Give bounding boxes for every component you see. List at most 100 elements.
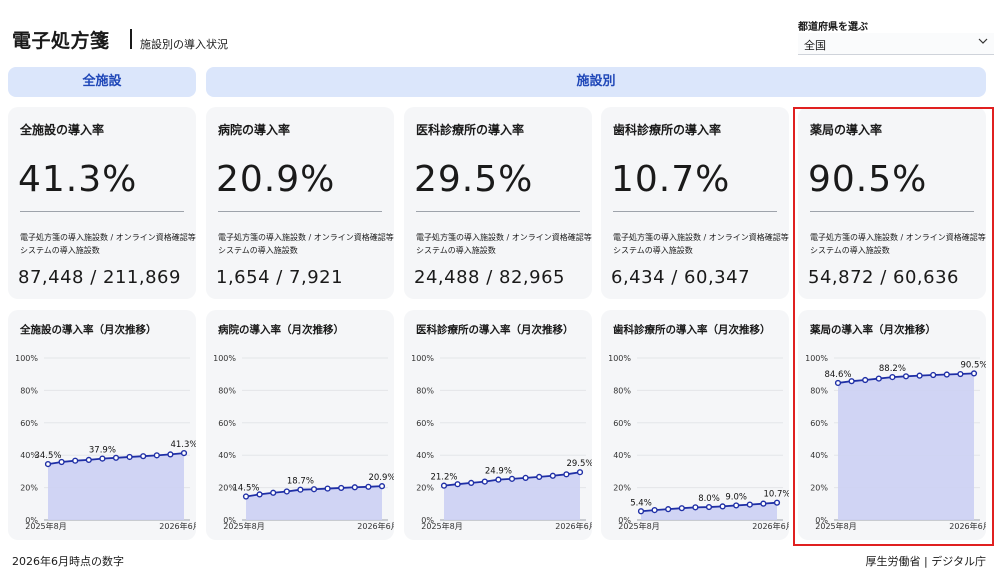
data-point [563, 471, 570, 478]
kpi-count: 1,654 / 7,921 [216, 267, 344, 288]
data-label: 24.9% [485, 467, 512, 477]
kpi-description: 電子処方箋の導入施設数 / オンライン資格確認等システムの導入施設数 [613, 233, 789, 255]
band-all-facilities: 全施設 [8, 67, 196, 97]
x-tick-label-start: 2025年8月 [223, 521, 264, 531]
data-point [957, 370, 964, 378]
y-tick-label: 80% [810, 386, 828, 395]
band-by-facility: 施設別 [206, 67, 986, 97]
kpi-card-all: 全施設の導入率 41.3% 電子処方箋の導入施設数 / オンライン資格確認等シス… [8, 107, 196, 299]
prefecture-label: 都道府県を選ぶ [798, 22, 868, 33]
kpi-divider [218, 211, 382, 212]
data-point [930, 371, 937, 379]
y-tick-label: 100% [805, 354, 828, 363]
x-tick-label-end: 2026年6月 [357, 521, 394, 531]
y-tick-label: 60% [613, 419, 631, 428]
kpi-value: 10.7% [611, 159, 731, 200]
data-point [651, 507, 658, 514]
y-tick-label: 40% [613, 451, 631, 460]
data-label: 14.5% [232, 484, 259, 494]
data-point [85, 456, 92, 463]
data-point [889, 374, 896, 381]
data-label: 20.9% [368, 473, 394, 483]
x-tick-label-end: 2026年6月 [752, 521, 789, 531]
y-tick-label: 60% [416, 419, 434, 428]
data-label: 37.9% [89, 446, 116, 456]
kpi-count: 6,434 / 60,347 [611, 267, 751, 288]
data-label: 9.0% [725, 492, 747, 502]
data-point [549, 472, 556, 479]
data-point [153, 452, 160, 459]
y-tick-label: 40% [416, 451, 434, 460]
prefecture-select[interactable]: 全国 [798, 33, 994, 55]
y-tick-label: 20% [416, 484, 434, 493]
y-tick-label: 100% [15, 354, 38, 363]
data-label: 41.3% [170, 440, 196, 450]
data-point [637, 508, 645, 515]
data-point [576, 469, 584, 476]
y-tick-label: 80% [20, 386, 38, 395]
data-point [522, 474, 529, 481]
chevron-down-icon [978, 38, 988, 44]
data-point [719, 503, 726, 510]
kpi-card-dental-clinic: 歯科診療所の導入率 10.7% 電子処方箋の導入施設数 / オンライン資格確認等… [601, 107, 789, 299]
kpi-title: 全施設の導入率 [20, 123, 105, 137]
kpi-divider [20, 211, 184, 212]
x-tick-label-start: 2025年8月 [618, 521, 659, 531]
data-point [665, 506, 672, 513]
area-fill [838, 373, 974, 520]
data-point [99, 455, 106, 462]
data-label: 5.4% [630, 498, 652, 508]
data-point [140, 453, 147, 460]
data-point [338, 484, 345, 492]
data-label: 90.5% [960, 360, 986, 370]
x-tick-label-start: 2025年8月 [421, 521, 462, 531]
data-point [351, 484, 358, 491]
data-point [481, 478, 488, 485]
footer-date-note: 2026年6月時点の数字 [12, 555, 124, 568]
area-fill [48, 453, 184, 520]
data-point [495, 476, 502, 483]
chart-card-all: 全施設の導入率（月次推移） 100% 80% 60% 40% 20% 0% 34.5% 37.… [8, 310, 196, 540]
data-point [705, 503, 713, 511]
data-point [943, 371, 950, 378]
line-chart: 100%80%60%40%20%0%14.5%18.7% 20.9%2025年8月… [213, 354, 394, 531]
data-label: 88.2% [879, 364, 906, 374]
x-tick-label-end: 2026年6月 [159, 521, 196, 531]
kpi-value: 41.3% [18, 159, 138, 200]
data-point [167, 451, 174, 458]
kpi-title: 医科診療所の導入率 [416, 123, 525, 137]
data-point [508, 475, 516, 482]
data-label: 84.6% [824, 370, 851, 380]
kpi-card-pharmacy: 薬局の導入率 90.5% 電子処方箋の導入施設数 / オンライン資格確認等システ… [798, 107, 986, 299]
data-label: 21.2% [430, 473, 457, 483]
line-chart: 100%80%60%40%20%0%21.2%24.9%29.5%2025年8月… [411, 354, 592, 531]
data-point [536, 473, 543, 481]
kpi-divider [810, 211, 974, 212]
kpi-description: 電子処方箋の導入施設数 / オンライン資格確認等システムの導入施設数 [810, 233, 986, 255]
data-label: 8.0% [698, 494, 720, 504]
kpi-description: 電子処方箋の導入施設数 / オンライン資格確認等システムの導入施設数 [416, 233, 592, 255]
data-point [970, 370, 978, 377]
kpi-description: 電子処方箋の導入施設数 / オンライン資格確認等システムの導入施設数 [218, 233, 394, 255]
data-point [875, 375, 882, 382]
data-point [112, 454, 120, 461]
data-point [180, 449, 188, 457]
data-point [365, 483, 372, 490]
y-tick-label: 100% [213, 354, 236, 363]
data-label: 10.7% [763, 490, 789, 500]
data-point [44, 461, 52, 468]
kpi-value: 90.5% [808, 159, 928, 200]
line-chart: 100%80%60%40%20%0%5.4% 8.0% 9.0% 10.7%2025年… [608, 354, 789, 531]
chart-card-dental-clinic: 歯科診療所の導入率（月次推移） 100% 80% 60% 40% 20% 0% 5.4% 8.… [601, 310, 789, 540]
y-tick-label: 100% [411, 354, 434, 363]
data-point [862, 376, 869, 384]
x-tick-label-start: 2025年8月 [815, 521, 856, 531]
chart-card-hospital: 病院の導入率（月次推移） 100% 80% 60% 40% 20% 0% 14.5% 18.7… [206, 310, 394, 540]
kpi-count: 24,488 / 82,965 [414, 267, 565, 288]
chart-card-pharmacy: 薬局の導入率（月次推移） 100% 80% 60% 40% 20% 0% 84.6% 88.2… [798, 310, 986, 540]
line-chart: 100%80%60%40%20%0%34.5%37.9%41.3%2025年8月… [15, 354, 196, 531]
data-point [297, 486, 304, 493]
line-chart: 100%80%60%40%20%0%84.6%88.2% 90.5%2025年8月… [805, 354, 986, 531]
y-tick-label: 60% [810, 419, 828, 428]
data-point [468, 479, 475, 487]
